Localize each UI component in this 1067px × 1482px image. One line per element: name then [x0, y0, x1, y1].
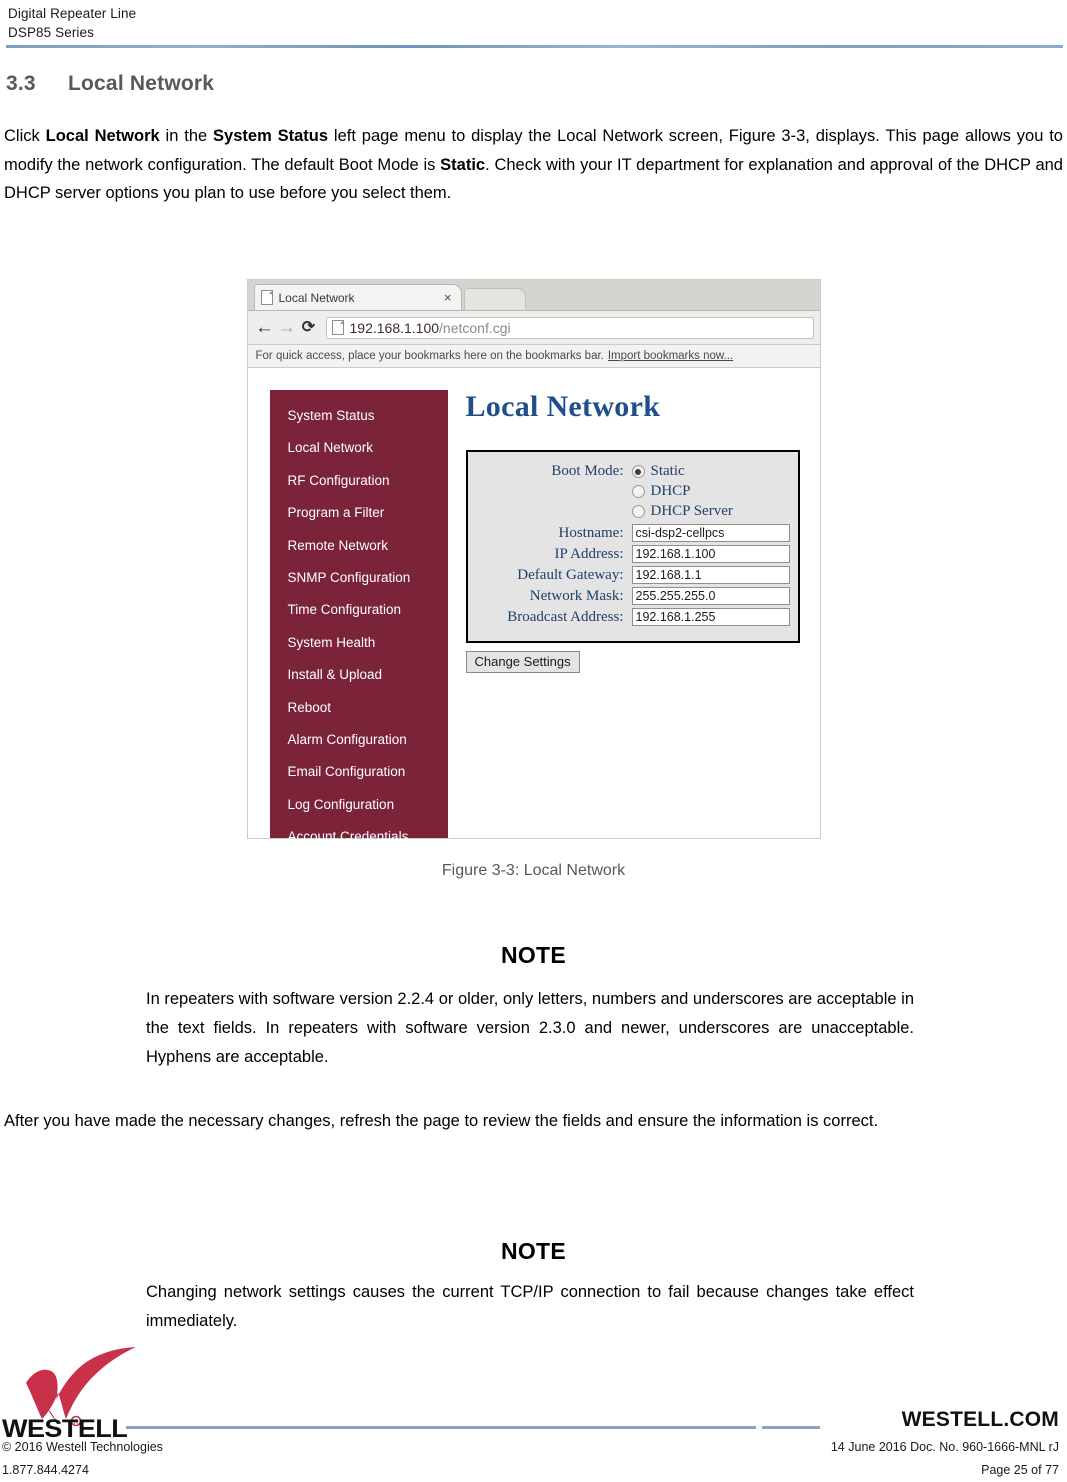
- radio-icon[interactable]: [631, 465, 645, 478]
- footer-copyright: © 2016 Westell Technologies: [2, 1440, 163, 1454]
- reload-icon[interactable]: ⟳: [298, 319, 320, 336]
- boot-mode-radio-group: Static DHCP DHCP Server: [631, 462, 733, 522]
- browser-nav-bar: ← → ⟳ 192.168.1.100/netconf.cgi: [247, 311, 820, 345]
- sidebar-item-system-status[interactable]: System Status: [270, 400, 448, 432]
- westell-com-text: WESTELL.COM: [901, 1408, 1059, 1431]
- field-row: Network Mask: 255.255.255.0: [468, 587, 798, 606]
- field-label: Network Mask:: [529, 588, 624, 604]
- sidebar-item-rf-configuration[interactable]: RF Configuration: [270, 465, 448, 497]
- sidebar-item-remote-network[interactable]: Remote Network: [270, 530, 448, 562]
- hostname-input[interactable]: csi-dsp2-cellpcs: [631, 524, 790, 542]
- network-mask-input[interactable]: 255.255.255.0: [631, 587, 790, 605]
- boot-mode-option-static[interactable]: Static: [631, 462, 733, 481]
- note-1-body: In repeaters with software version 2.2.4…: [146, 990, 914, 1066]
- note-2-body: Changing network settings causes the cur…: [146, 1283, 914, 1330]
- bookmarks-hint: For quick access, place your bookmarks h…: [255, 350, 604, 362]
- address-host: 192.168.1.100: [349, 319, 440, 336]
- field-label: IP Address:: [554, 546, 624, 562]
- section-title: Local Network: [68, 72, 215, 95]
- sidebar-item-system-health[interactable]: System Health: [270, 627, 448, 659]
- address-path: /netconf.cgi: [439, 319, 511, 336]
- sidebar-item-program-a-filter[interactable]: Program a Filter: [270, 497, 448, 529]
- sidebar-item-reboot[interactable]: Reboot: [270, 692, 448, 724]
- intro-text-2: in the: [159, 127, 214, 145]
- page-header: Digital Repeater Line DSP85 Series: [0, 0, 1067, 42]
- boot-mode-option-dhcp[interactable]: DHCP: [631, 482, 733, 501]
- page-security-icon: [331, 320, 344, 335]
- page-icon: [260, 290, 273, 305]
- ip-address-input[interactable]: 192.168.1.100: [631, 545, 790, 563]
- address-bar-text: 192.168.1.100/netconf.cgi: [350, 320, 511, 336]
- forward-icon[interactable]: →: [276, 318, 298, 337]
- new-tab-button[interactable]: [463, 288, 526, 310]
- sidebar-item-snmp-configuration[interactable]: SNMP Configuration: [270, 562, 448, 594]
- default-gateway-input[interactable]: 192.168.1.1: [631, 566, 790, 584]
- radio-icon[interactable]: [631, 505, 645, 518]
- intro-bold-system-status: System Status: [213, 127, 329, 145]
- webui-page-title: Local Network: [465, 390, 661, 423]
- sidebar-item-install-upload[interactable]: Install & Upload: [270, 659, 448, 691]
- broadcast-address-input[interactable]: 192.168.1.255: [631, 608, 790, 626]
- field-label: Default Gateway:: [517, 567, 624, 583]
- sidebar-item-account-credentials[interactable]: Account Credentials: [270, 821, 448, 853]
- boot-mode-label: Boot Mode:: [551, 463, 624, 479]
- browser-tab-strip: Local Network ×: [247, 280, 820, 311]
- section-number: 3.3: [6, 72, 36, 95]
- radio-icon[interactable]: [631, 485, 645, 498]
- field-label: Hostname:: [558, 525, 624, 541]
- note-1-title: NOTE: [500, 942, 567, 968]
- page-title: 3.3 Local Network: [6, 72, 214, 96]
- address-bar[interactable]: 192.168.1.100/netconf.cgi: [325, 316, 814, 339]
- intro-bold-static: Static: [440, 155, 486, 174]
- intro-paragraph: Click Local Network in the System Status…: [4, 122, 1063, 208]
- header-series: DSP85 Series: [8, 25, 94, 40]
- change-settings-button[interactable]: Change Settings: [465, 651, 580, 673]
- boot-mode-option-dhcp-server[interactable]: DHCP Server: [631, 502, 733, 521]
- boot-mode-option-label: DHCP: [650, 483, 691, 499]
- figure-local-network: Local Network × ← → ⟳ 192.168.1.100/netc…: [0, 279, 1067, 844]
- field-row: Hostname: csi-dsp2-cellpcs: [468, 524, 798, 543]
- import-bookmarks-link[interactable]: Import bookmarks now...: [608, 350, 733, 362]
- field-label: Broadcast Address:: [507, 609, 624, 625]
- footer-right: 14 June 2016 Doc. No. 960-1666-MNL rJ Pa…: [831, 1436, 1059, 1482]
- footer-rule: [126, 1426, 756, 1429]
- footer-phone: 1.877.844.4274: [2, 1463, 89, 1477]
- header-divider-rule: [6, 45, 1063, 48]
- intro-bold-local-network: Local Network: [45, 127, 160, 145]
- footer-left: © 2016 Westell Technologies 1.877.844.42…: [2, 1436, 163, 1482]
- close-icon[interactable]: ×: [441, 291, 455, 304]
- footer-page-number: Page 25 of 77: [981, 1463, 1059, 1477]
- footer-rule-segment: [762, 1426, 820, 1429]
- sidebar-item-email-configuration[interactable]: Email Configuration: [270, 756, 448, 788]
- bookmarks-bar: For quick access, place your bookmarks h…: [247, 345, 820, 368]
- field-row: Broadcast Address: 192.168.1.255: [468, 608, 798, 627]
- header-product-line: Digital Repeater Line: [8, 6, 137, 21]
- boot-mode-row: Boot Mode: Static DHCP DHCP Server: [468, 462, 798, 522]
- network-fields: Hostname: csi-dsp2-cellpcs IP Address: 192.…: [468, 524, 798, 627]
- intro-text-1: Click: [4, 127, 46, 145]
- browser-tab-local-network[interactable]: Local Network ×: [253, 284, 462, 310]
- boot-mode-option-label: DHCP Server: [650, 503, 733, 519]
- sidebar-item-local-network[interactable]: Local Network: [270, 432, 448, 464]
- footer-doc-number: 14 June 2016 Doc. No. 960-1666-MNL rJ: [830, 1440, 1059, 1454]
- back-icon[interactable]: ←: [254, 318, 276, 337]
- webui-sidebar: System Status Local Network RF Configurati…: [269, 390, 448, 844]
- webui-main: Local Network Boot Mode: Static DHCP DHCP …: [465, 390, 810, 673]
- note-2-title: NOTE: [500, 1238, 567, 1264]
- browser-window: Local Network × ← → ⟳ 192.168.1.100/netc…: [246, 279, 821, 844]
- refresh-paragraph: After you have made the necessary change…: [4, 1112, 879, 1130]
- browser-tab-title: Local Network: [278, 290, 355, 305]
- sidebar-item-log-configuration[interactable]: Log Configuration: [270, 789, 448, 821]
- figure-caption: Figure 3-3: Local Network: [441, 862, 626, 879]
- network-settings-panel: Boot Mode: Static DHCP DHCP Server Hostnam…: [465, 450, 800, 643]
- sidebar-item-time-configuration[interactable]: Time Configuration: [270, 594, 448, 626]
- sidebar-item-alarm-configuration[interactable]: Alarm Configuration: [270, 724, 448, 756]
- boot-mode-option-label: Static: [650, 463, 685, 479]
- field-row: Default Gateway: 192.168.1.1: [468, 566, 798, 585]
- browser-viewport: System Status Local Network RF Configurati…: [247, 368, 820, 844]
- field-row: IP Address: 192.168.1.100: [468, 545, 798, 564]
